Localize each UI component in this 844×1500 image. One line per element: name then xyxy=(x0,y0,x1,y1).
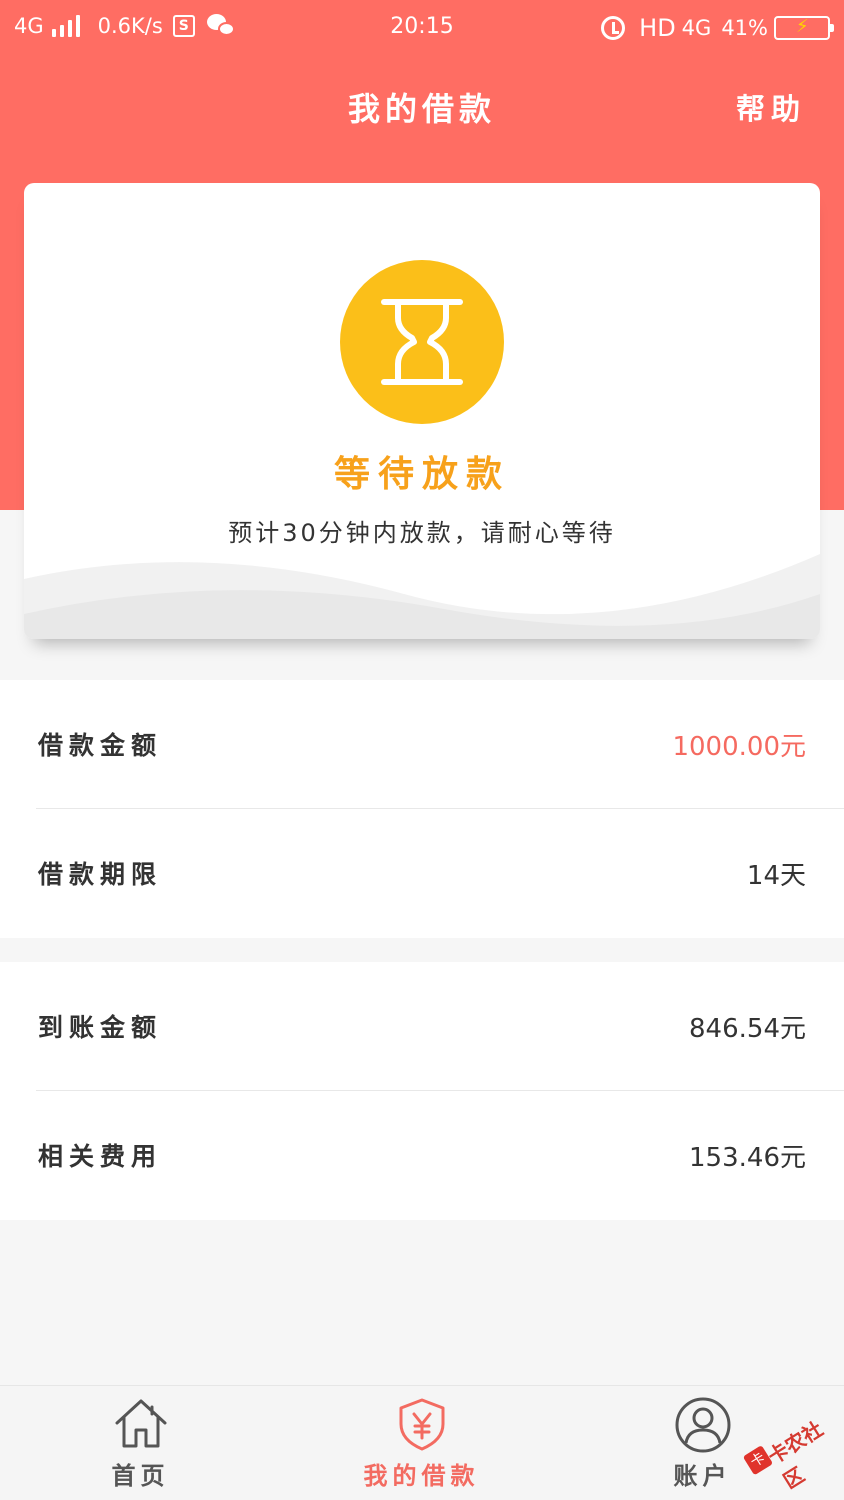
hourglass-icon xyxy=(340,260,504,424)
loan-term-row: 借款期限 14天 xyxy=(0,809,844,938)
status-bar: 4G 0.6K/s S 20:15 HD 4G 41% ⚡ xyxy=(0,0,844,56)
tab-my-loan-label: 我的借款 xyxy=(363,1462,480,1490)
hd-indicator: HD xyxy=(639,14,676,42)
network-type-2: 4G xyxy=(681,16,712,40)
loan-info-group: 借款金额 1000.00元 借款期限 14天 xyxy=(0,680,844,938)
battery-icon: ⚡ xyxy=(774,16,834,40)
received-amount-value: 846.54元 xyxy=(689,1014,806,1044)
page-title: 我的借款 xyxy=(347,90,496,128)
bottom-tab-bar: 首页 我的借款 账户 xyxy=(0,1385,844,1500)
fees-label: 相关费用 xyxy=(38,1142,163,1171)
tab-home-label: 首页 xyxy=(111,1462,170,1490)
loan-amount-label: 借款金额 xyxy=(38,731,163,760)
received-amount-label: 到账金额 xyxy=(38,1013,163,1042)
received-amount-row: 到账金额 846.54元 xyxy=(0,962,844,1091)
tab-home[interactable]: 首页 xyxy=(0,1386,281,1500)
battery-percent: 41% xyxy=(721,16,768,40)
help-button[interactable]: 帮助 xyxy=(736,86,806,128)
status-title: 等待放款 xyxy=(333,454,510,495)
alarm-icon xyxy=(601,16,626,40)
title-bar: 我的借款 帮助 xyxy=(0,84,844,134)
tab-my-loan[interactable]: 我的借款 xyxy=(281,1386,562,1500)
user-icon xyxy=(675,1397,730,1453)
loan-status-card: 等待放款 预计30分钟内放款，请耐心等待 xyxy=(24,183,820,639)
fees-value: 153.46元 xyxy=(689,1143,806,1173)
loan-term-value: 14天 xyxy=(746,861,806,891)
fees-row: 相关费用 153.46元 xyxy=(0,1091,844,1220)
wave-decoration xyxy=(24,554,820,639)
payout-info-group: 到账金额 846.54元 相关费用 153.46元 xyxy=(0,962,844,1220)
loan-amount-row: 借款金额 1000.00元 xyxy=(0,680,844,809)
home-icon xyxy=(115,1399,166,1448)
shield-yen-icon xyxy=(399,1398,444,1451)
status-right: HD 4G 41% ⚡ xyxy=(601,14,834,42)
loan-amount-value: 1000.00元 xyxy=(672,732,806,762)
loan-term-label: 借款期限 xyxy=(38,860,163,889)
